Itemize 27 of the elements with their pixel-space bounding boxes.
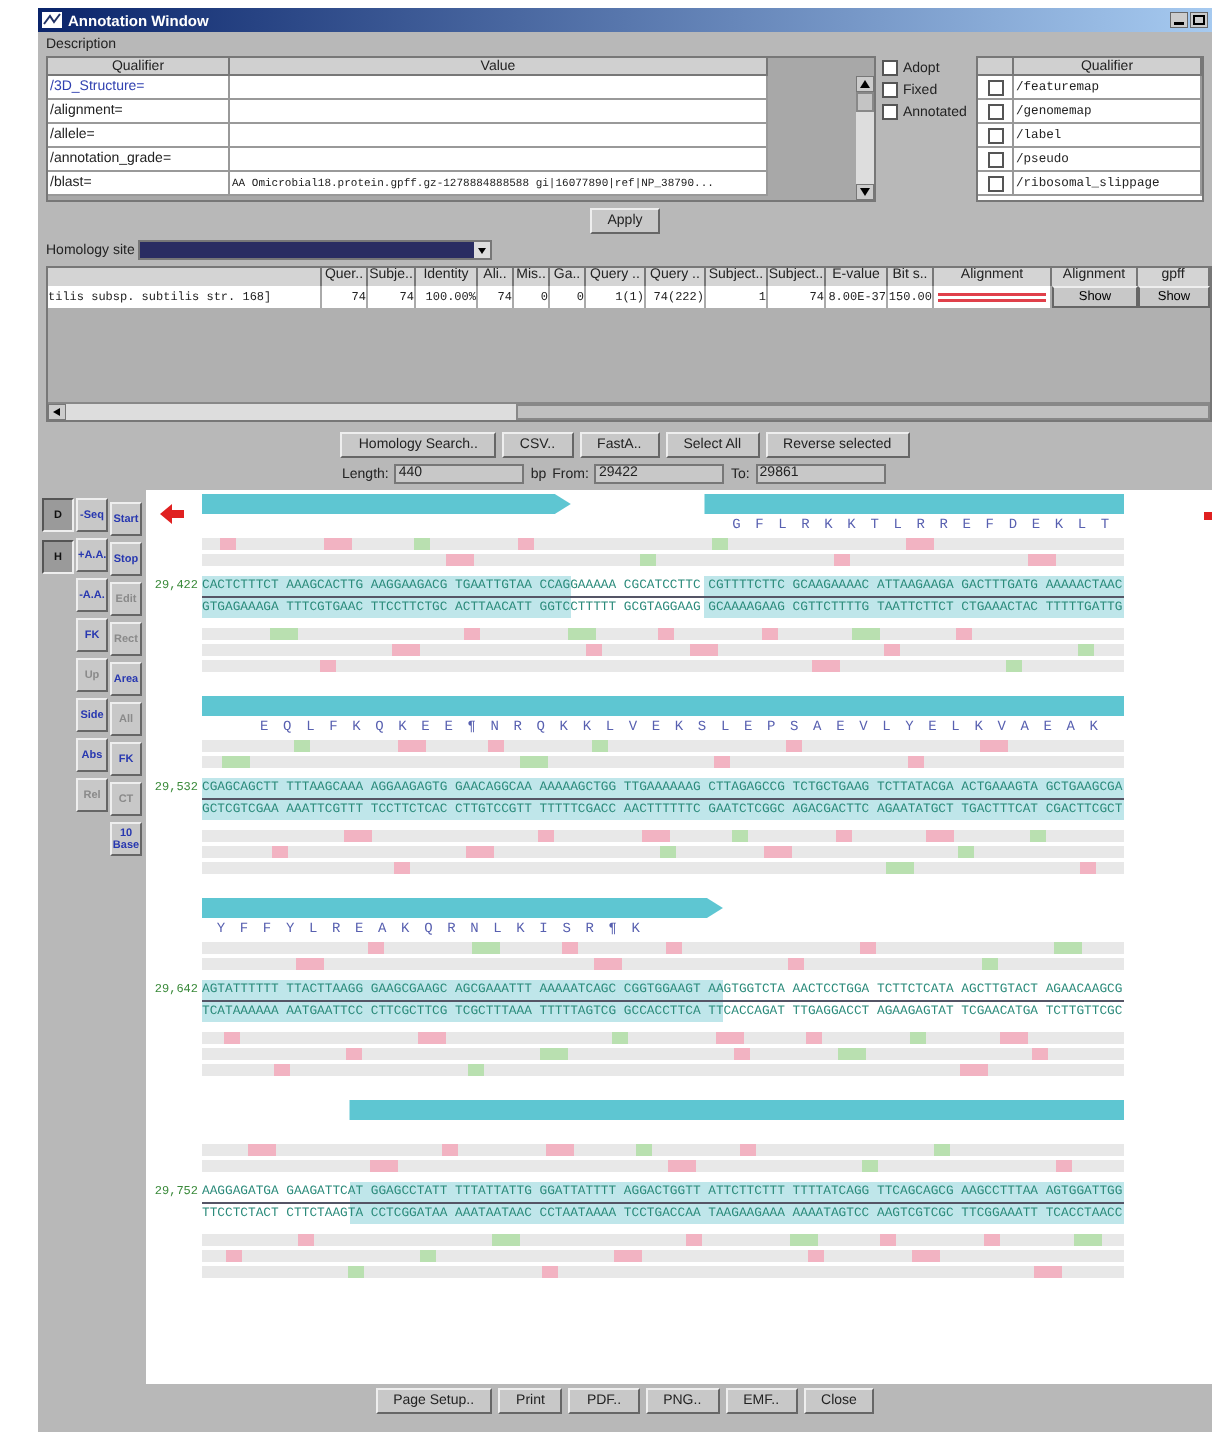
checkbox[interactable] <box>988 151 1004 167</box>
scroll-down-icon[interactable] <box>856 180 875 200</box>
scroll-up-icon[interactable] <box>856 76 875 92</box>
marker-icon <box>1204 512 1212 520</box>
checkbox[interactable] <box>988 175 1004 191</box>
horizontal-scrollbar[interactable] <box>48 402 1210 420</box>
window-icon <box>42 12 62 28</box>
checkbox[interactable] <box>882 82 899 98</box>
checkbox[interactable] <box>988 127 1004 143</box>
value-cell[interactable] <box>230 148 768 172</box>
value-cell[interactable] <box>230 100 768 124</box>
homology-site-dropdown[interactable] <box>138 240 493 260</box>
checkbox[interactable] <box>988 103 1004 119</box>
value-cell[interactable] <box>230 124 768 148</box>
checkbox[interactable] <box>882 104 899 120</box>
dropdown-arrow-icon[interactable] <box>474 242 491 258</box>
scroll-thumb[interactable] <box>856 92 875 112</box>
checkbox[interactable] <box>882 60 899 76</box>
value-cell[interactable] <box>230 76 768 100</box>
left-arrow-icon[interactable] <box>160 504 184 524</box>
checkbox[interactable] <box>988 79 1004 95</box>
minimize-icon[interactable] <box>1170 12 1188 28</box>
scroll-thumb[interactable] <box>516 404 1210 420</box>
maximize-icon[interactable] <box>1190 12 1208 28</box>
alignment-bar-drawing <box>938 291 1046 303</box>
vertical-scrollbar[interactable] <box>856 76 875 200</box>
scroll-left-icon[interactable] <box>48 404 66 420</box>
